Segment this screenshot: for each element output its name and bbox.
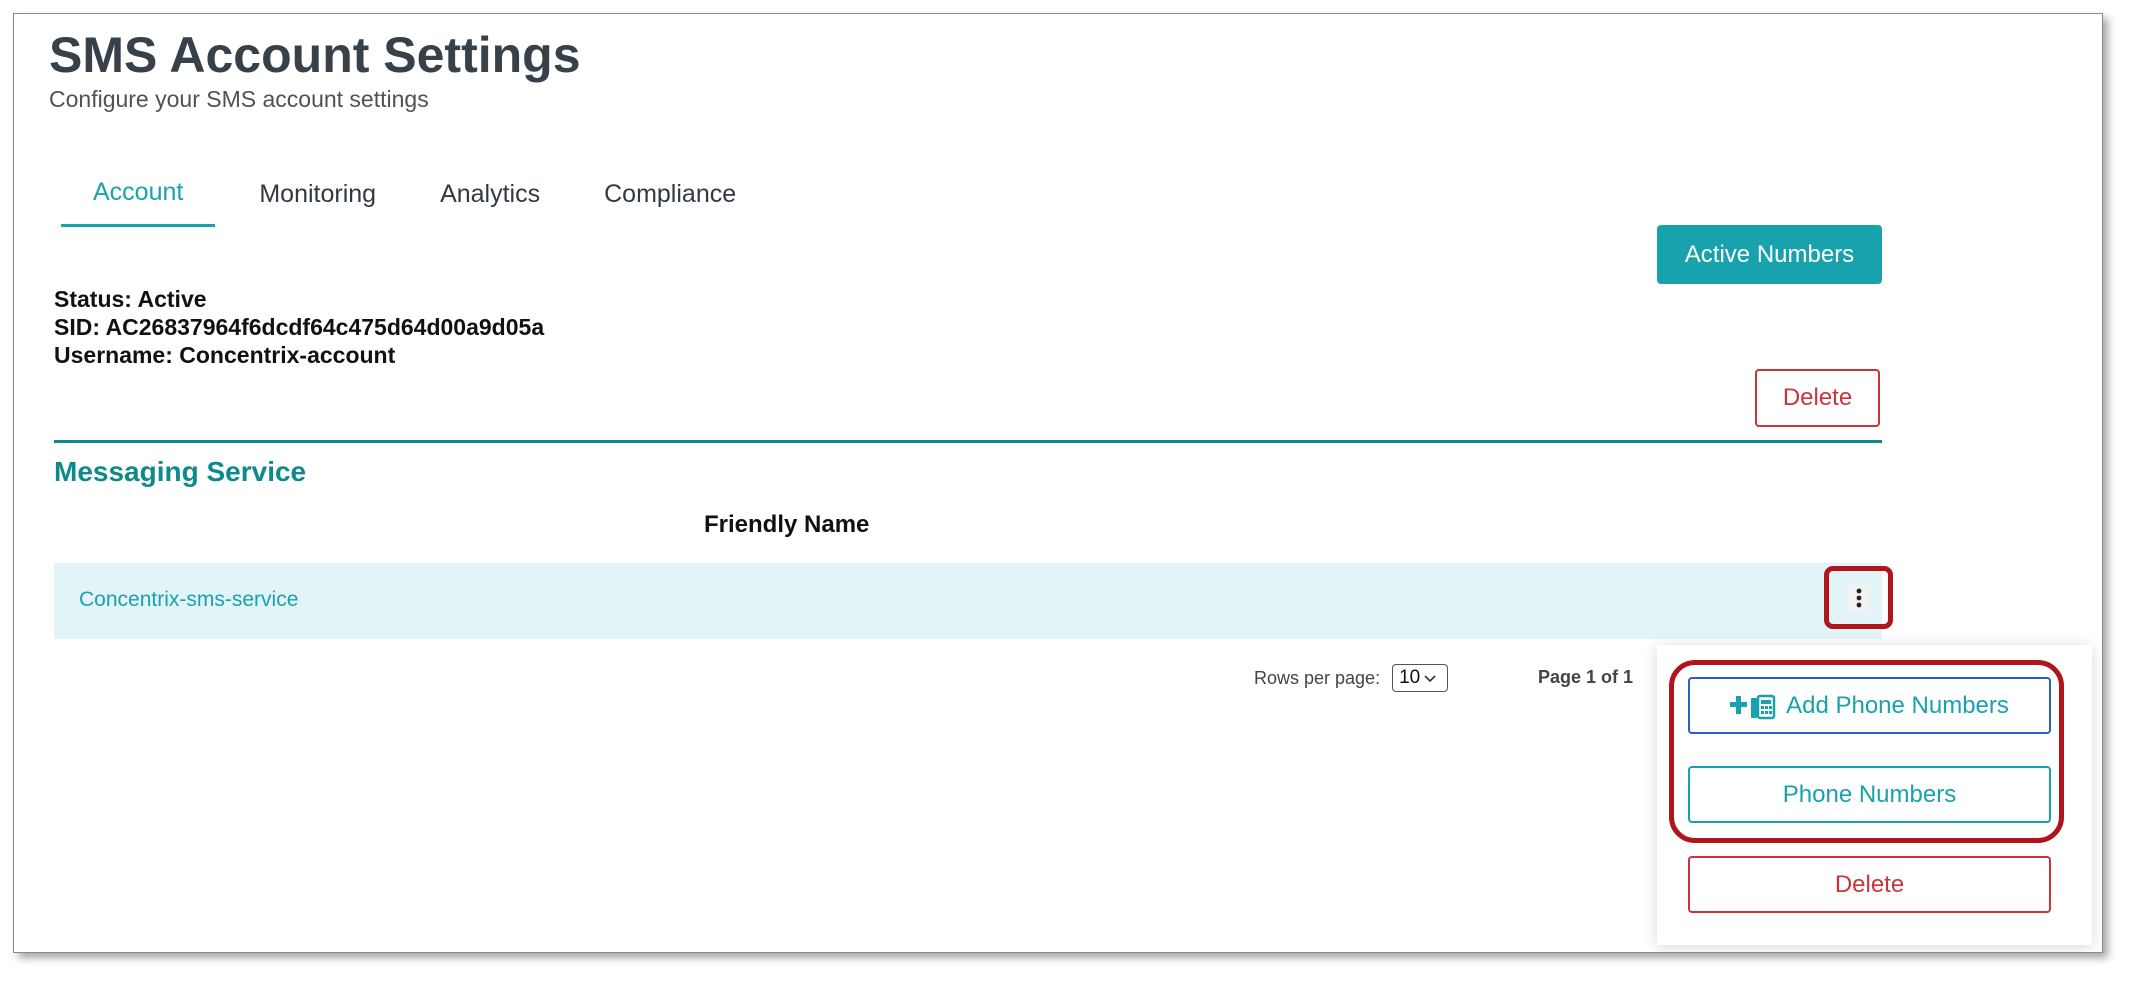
delete-service-button[interactable]: Delete [1688,856,2051,913]
app-window: SMS Account Settings Configure your SMS … [13,13,2103,953]
page-title: SMS Account Settings [49,27,581,83]
service-link[interactable]: Concentrix-sms-service [79,588,298,612]
phone-numbers-button[interactable]: Phone Numbers [1688,766,2051,823]
friendly-name-column-header: Friendly Name [704,511,870,538]
tab-monitoring[interactable]: Monitoring [215,161,408,227]
messaging-service-title: Messaging Service [54,456,307,487]
active-numbers-button[interactable]: Active Numbers [1657,225,1882,284]
account-sid: SID: AC26837964f6dcdf64c475d64d00a9d05a [54,314,545,340]
more-vertical-icon [1847,584,1870,611]
account-status: Status: Active [54,286,207,312]
rows-per-page-select[interactable]: 10 [1392,664,1449,692]
table-row: Concentrix-sms-service [54,563,1882,639]
account-info: Status: Active SID: AC26837964f6dcdf64c4… [54,285,544,369]
tab-compliance[interactable]: Compliance [572,161,768,227]
chevron-down-icon [1424,670,1436,686]
add-phone-numbers-button[interactable]: Add Phone Numbers [1688,677,2051,734]
page-subtitle: Configure your SMS account settings [49,86,429,112]
row-menu-button[interactable] [1824,566,1893,629]
account-username: Username: Concentrix-account [54,342,396,368]
add-phone-icon [1730,692,1776,720]
rows-per-page-label: Rows per page: [1254,667,1381,688]
page-indicator: Page 1 of 1 [1538,667,1634,687]
rows-per-page-value: 10 [1399,667,1421,688]
add-phone-numbers-label: Add Phone Numbers [1786,691,2009,719]
delete-account-button[interactable]: Delete [1755,369,1880,427]
section-divider [54,440,1882,443]
tab-analytics[interactable]: Analytics [408,161,572,227]
tab-account[interactable]: Account [61,161,216,227]
pagination: Rows per page: 10 [1254,661,1449,695]
tab-bar: Account Monitoring Analytics Compliance [61,161,768,227]
